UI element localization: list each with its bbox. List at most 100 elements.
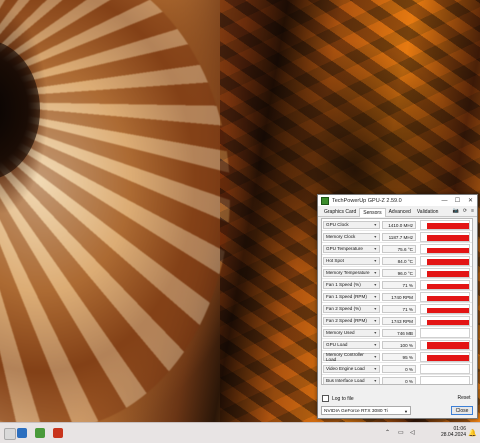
reset-button[interactable]: Reset: [455, 394, 473, 402]
sensor-row: Memory Controller Load ▼ 95 %: [322, 351, 472, 363]
sensor-label-dropdown[interactable]: Fan 2 Speed (RPM) ▼: [323, 316, 380, 325]
sensor-label-dropdown[interactable]: GPU Load ▼: [323, 340, 380, 349]
sensor-label-dropdown[interactable]: Fan 2 Speed (%) ▼: [323, 304, 380, 313]
network-icon[interactable]: ▭: [398, 429, 404, 436]
menu-icon[interactable]: ≡: [471, 208, 474, 214]
sensor-graph-fill: [427, 283, 469, 289]
chevron-down-icon: ▼: [373, 378, 377, 383]
file-manager-icon[interactable]: [17, 428, 27, 438]
sensor-graph: [420, 231, 470, 242]
sensor-row: Fan 1 Speed (RPM) ▼ 1740 RPM: [322, 291, 472, 303]
sensor-graph: [420, 351, 470, 362]
maximize-button[interactable]: ☐: [451, 195, 464, 206]
gpuz-taskbar-icon[interactable]: [35, 428, 45, 438]
chevron-up-icon[interactable]: ⌃: [385, 429, 390, 436]
log-to-file-checkbox[interactable]: [322, 395, 329, 402]
sensor-label-dropdown[interactable]: GPU Clock ▼: [323, 220, 380, 229]
tab-validation[interactable]: Validation: [414, 208, 442, 216]
sensor-label: Fan 1 Speed (%): [326, 282, 361, 287]
chevron-down-icon: ▼: [373, 258, 377, 263]
sensor-label: Bus Interface Load: [326, 378, 365, 383]
gpu-select-dropdown[interactable]: NVIDIA GeForce RTX 3080 Ti ▼: [321, 406, 411, 415]
chevron-down-icon: ▼: [373, 270, 377, 275]
notification-bell-icon[interactable]: 🔔: [468, 429, 477, 437]
sensor-label-dropdown[interactable]: Fan 1 Speed (%) ▼: [323, 280, 380, 289]
sensor-graph-fill: [427, 270, 469, 277]
sensor-label: Hot Spot: [326, 258, 344, 263]
chevron-down-icon: ▼: [373, 306, 377, 311]
tab-advanced[interactable]: Advanced: [386, 208, 414, 216]
sensor-value: 71 %: [382, 304, 416, 313]
sensor-row: GPU Load ▼ 100 %: [322, 339, 472, 351]
sensor-value: 84.0 °C: [382, 256, 416, 265]
sensor-graph: [420, 243, 470, 254]
sensor-label-dropdown[interactable]: Hot Spot ▼: [323, 256, 380, 265]
sensor-value: 1740 RPM: [382, 292, 416, 301]
sensor-label-dropdown[interactable]: Memory Controller Load ▼: [323, 351, 380, 362]
sensor-value: 96.0 °C: [382, 268, 416, 277]
sensor-value: 0 %: [382, 376, 416, 384]
sensor-label-dropdown[interactable]: Bus Interface Load ▼: [323, 376, 380, 384]
sensor-value: 95 %: [382, 352, 416, 361]
start-icon[interactable]: [4, 428, 16, 440]
sensor-label-dropdown[interactable]: Memory Temperature ▼: [323, 268, 380, 277]
camera-icon[interactable]: 📷: [453, 208, 459, 214]
chevron-down-icon: ▼: [373, 330, 377, 335]
sensor-label: GPU Temperature: [326, 246, 363, 251]
sensor-label-dropdown[interactable]: Video Engine Load ▼: [323, 364, 380, 373]
volume-icon[interactable]: ◁: [410, 429, 415, 436]
sensor-label: GPU Load: [326, 342, 348, 347]
wallpaper-iris: [0, 0, 230, 422]
taskbar: ⌃ ▭ ◁ 01:06 28.04.2024 🔔: [0, 422, 480, 443]
sensor-graph: [420, 339, 470, 350]
sensor-label: Memory Temperature: [326, 270, 370, 275]
sensor-row: GPU Clock ▼ 1410.0 MHz: [322, 219, 472, 231]
sensor-value: 0 %: [382, 364, 416, 373]
close-button[interactable]: Close: [451, 406, 473, 415]
sensor-graph: [420, 375, 470, 384]
sensor-row: Memory Clock ▼ 1187.7 MHz: [322, 231, 472, 243]
chevron-down-icon: ▼: [373, 366, 377, 371]
close-window-button[interactable]: ✕: [464, 195, 477, 206]
sensor-graph: [420, 267, 470, 278]
sensor-label-dropdown[interactable]: Memory Clock ▼: [323, 232, 380, 241]
chevron-down-icon: ▼: [373, 318, 377, 323]
sensor-row: Fan 2 Speed (RPM) ▼ 1743 RPM: [322, 315, 472, 327]
sensor-value: 71 %: [382, 280, 416, 289]
sensor-graph: [420, 279, 470, 290]
chevron-down-icon: ▼: [373, 342, 377, 347]
chevron-down-icon: ▼: [373, 222, 377, 227]
sensor-value: 75.6 °C: [382, 244, 416, 253]
sensor-list: GPU Clock ▼ 1410.0 MHz Memory Clock ▼ 1187.7 …: [321, 218, 473, 385]
sensor-label-dropdown[interactable]: GPU Temperature ▼: [323, 244, 380, 253]
sensor-graph-fill: [427, 307, 469, 313]
sensor-label: Memory Clock: [326, 234, 356, 239]
chevron-down-icon: ▼: [373, 246, 377, 251]
sensor-graph: [420, 291, 470, 302]
sensor-label: Fan 2 Speed (%): [326, 306, 361, 311]
sensor-graph: [420, 327, 470, 338]
sensor-graph-fill: [427, 319, 469, 325]
gpuz-window[interactable]: TechPowerUp GPU-Z 2.59.0 — ☐ ✕ Graphics …: [317, 194, 478, 419]
tab-sensors[interactable]: Sensors: [359, 208, 386, 217]
minimize-button[interactable]: —: [438, 195, 451, 206]
sensor-label-dropdown[interactable]: Fan 1 Speed (RPM) ▼: [323, 292, 380, 301]
gpu-select-value: NVIDIA GeForce RTX 3080 Ti: [324, 409, 388, 414]
sensor-label-dropdown[interactable]: Memory Used ▼: [323, 328, 380, 337]
sensor-value: 1410.0 MHz: [382, 220, 416, 229]
app-taskbar-icon[interactable]: [53, 428, 63, 438]
sensor-graph: [420, 315, 470, 326]
chevron-down-icon: ▼: [373, 294, 377, 299]
log-to-file-label: Log to file: [332, 395, 354, 402]
title-bar[interactable]: TechPowerUp GPU-Z 2.59.0 — ☐ ✕: [318, 195, 477, 206]
tab-graphics-card[interactable]: Graphics Card: [321, 208, 359, 216]
sensor-label: Memory Controller Load: [326, 351, 364, 362]
sensor-row: Fan 1 Speed (%) ▼ 71 %: [322, 279, 472, 291]
clock[interactable]: 01:06 28.04.2024: [441, 426, 466, 438]
chevron-down-icon: ▼: [373, 354, 377, 359]
refresh-icon[interactable]: ⟳: [463, 208, 467, 214]
sensor-graph: [420, 219, 470, 230]
log-to-file-option[interactable]: Log to file: [322, 395, 354, 402]
sensor-label: GPU Clock: [326, 222, 349, 227]
sensor-graph-fill: [427, 354, 469, 361]
